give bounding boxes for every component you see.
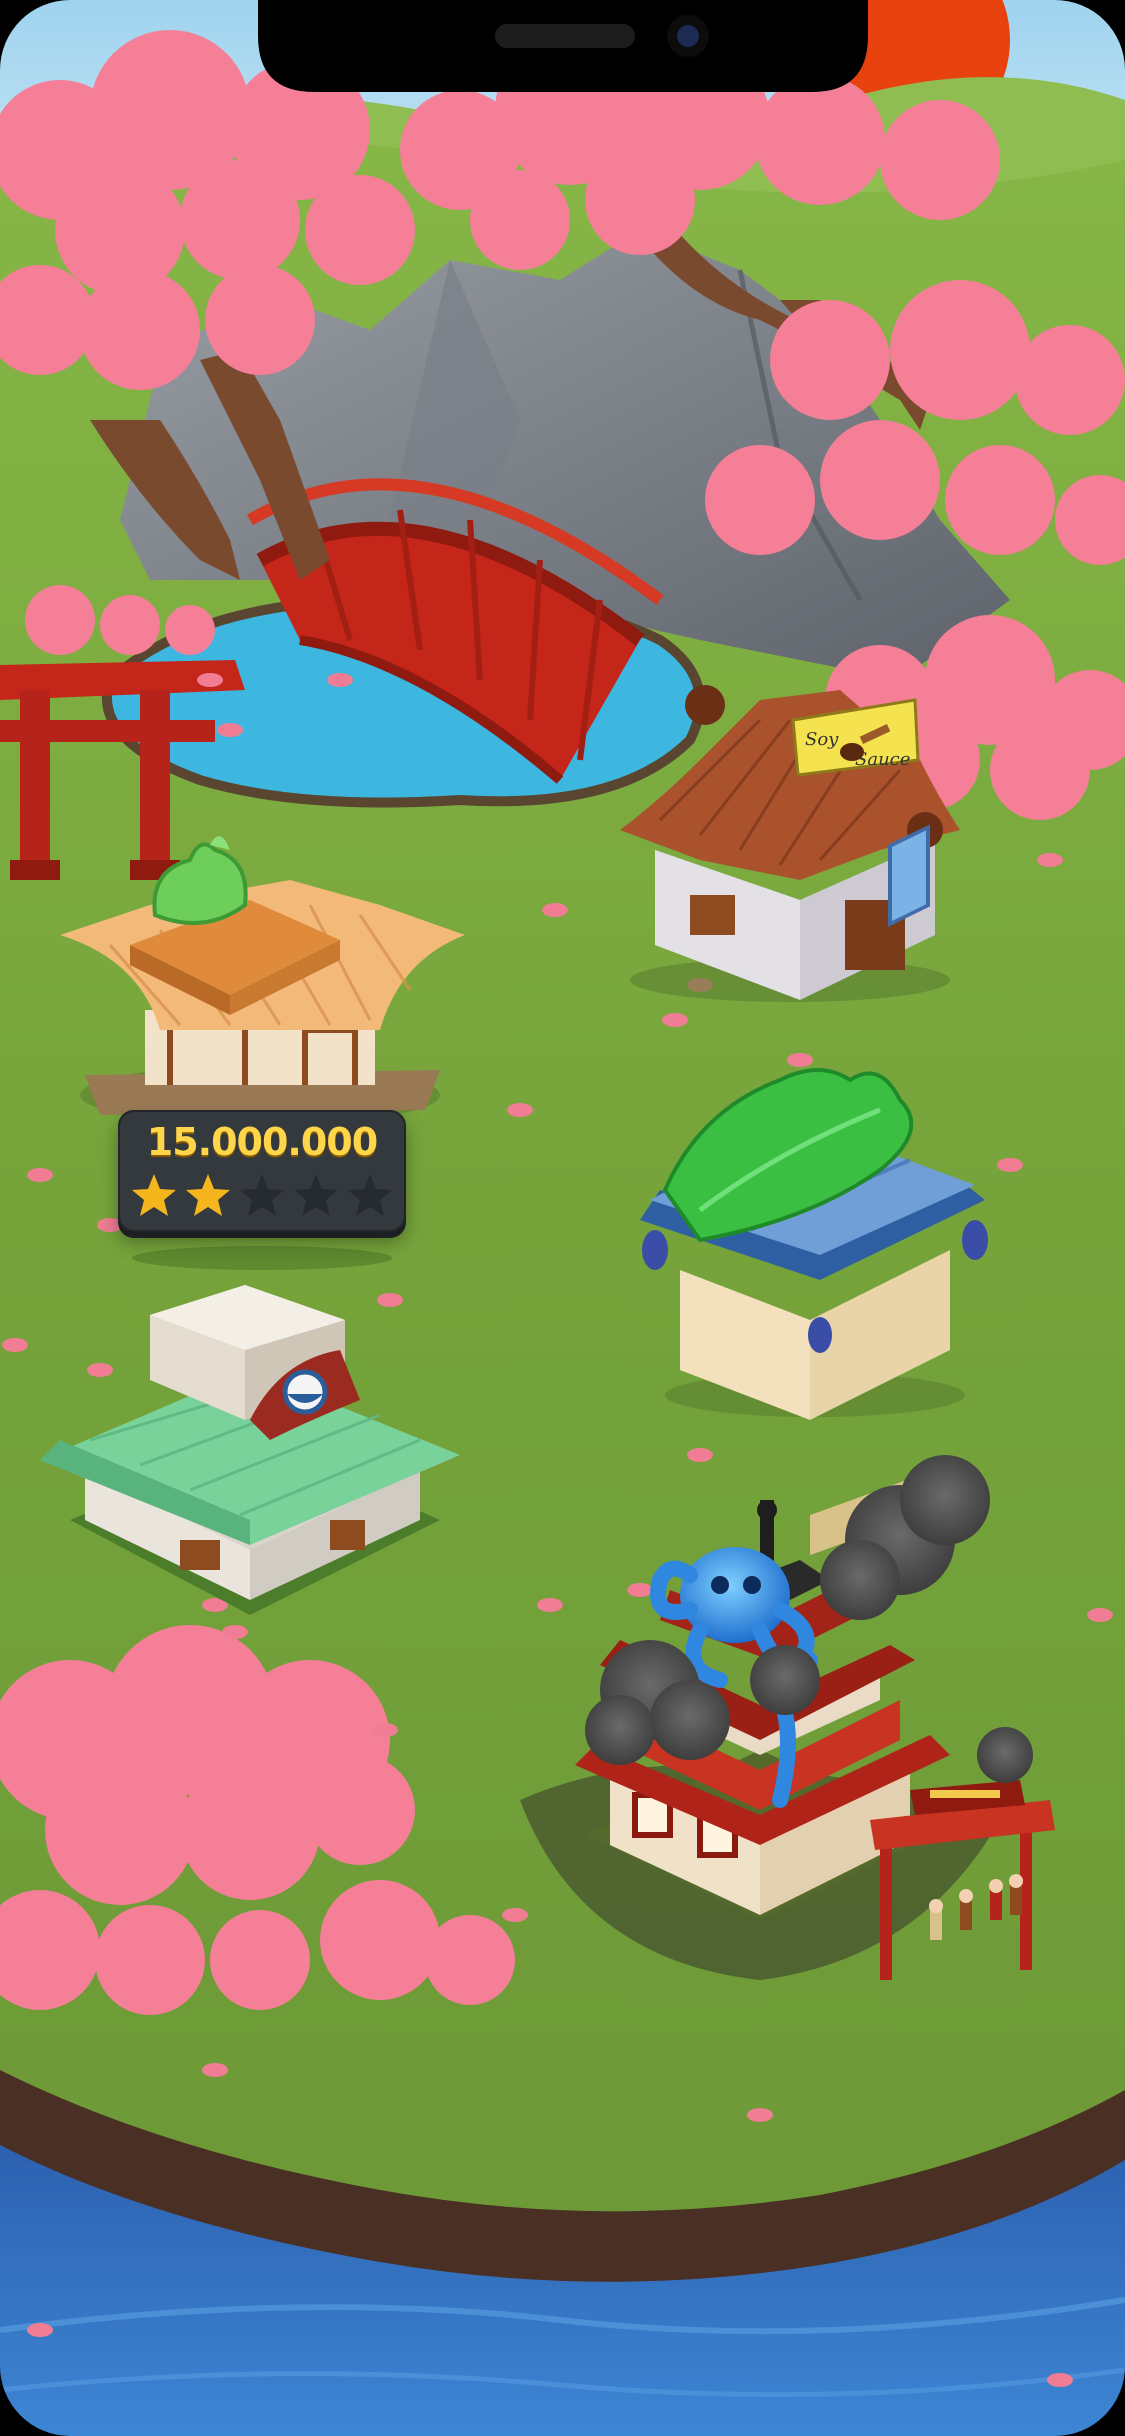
- building-price: 15.000.000: [146, 1120, 378, 1164]
- star-icon-empty: [348, 1174, 392, 1216]
- star-icon-empty: [240, 1174, 284, 1216]
- star-rating: [130, 1172, 394, 1220]
- game-screen: Soy Sauce 15.000.000: [0, 0, 1125, 2436]
- device-notch: [258, 0, 868, 92]
- wasabi-shop-price-panel[interactable]: 15.000.000: [118, 1110, 406, 1232]
- star-icon-filled: [132, 1174, 176, 1216]
- star-icon-empty: [294, 1174, 338, 1216]
- svg-text:Soy: Soy: [805, 729, 839, 750]
- star-icon-filled: [186, 1174, 230, 1216]
